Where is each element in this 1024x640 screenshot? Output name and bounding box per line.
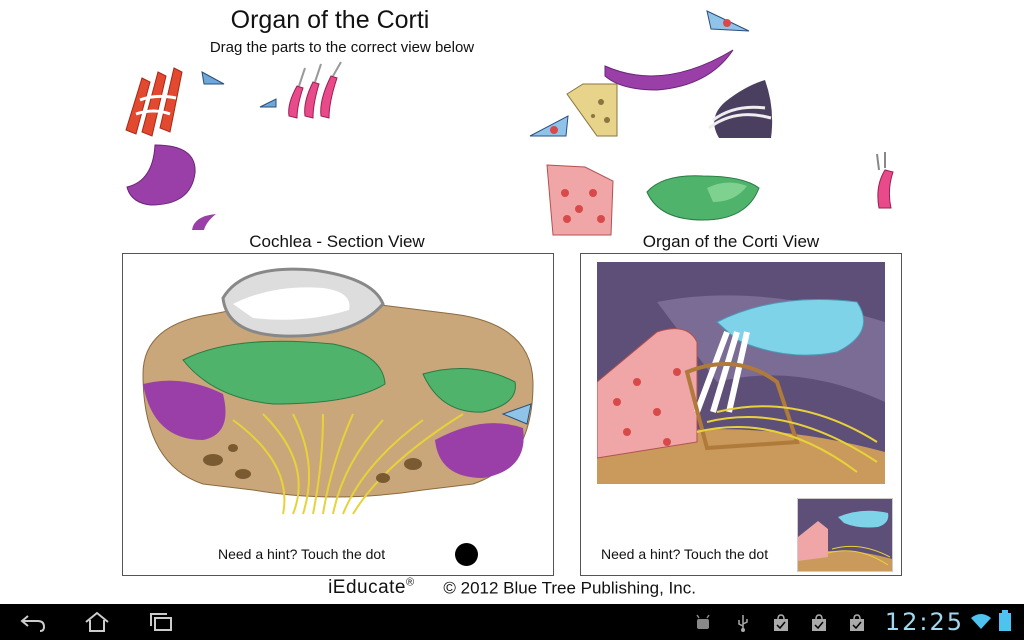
recent-apps-button[interactable] xyxy=(146,610,176,634)
corti-view-drop-zone[interactable]: Need a hint? Touch the dot xyxy=(580,253,902,576)
usb-icon xyxy=(736,614,750,632)
cochlea-section-illustration xyxy=(142,267,534,515)
membrane-piece[interactable] xyxy=(705,78,775,140)
store-bag-icon-1 xyxy=(772,614,790,632)
battery-icon xyxy=(998,610,1012,632)
scala-tympani-piece[interactable] xyxy=(125,143,201,209)
back-button[interactable] xyxy=(18,610,48,634)
wedge-piece-top[interactable] xyxy=(703,5,753,35)
outer-hair-cells-piece[interactable] xyxy=(285,60,351,122)
small-wedge-piece-3[interactable] xyxy=(528,112,572,140)
single-hair-cell-piece[interactable] xyxy=(873,152,901,210)
store-bag-icon-2 xyxy=(810,614,828,632)
wifi-icon xyxy=(970,612,992,630)
section-view-title: Cochlea - Section View xyxy=(249,232,425,251)
corti-thumbnail[interactable] xyxy=(797,498,893,572)
ieducate-logo: iEducate® xyxy=(328,577,415,599)
bone-piece[interactable] xyxy=(565,82,619,138)
clock[interactable]: 12:25 xyxy=(885,608,964,636)
home-icon xyxy=(85,611,109,632)
corti-hint-text: Need a hint? Touch the dot xyxy=(601,546,769,562)
corti-view-title: Organ of the Corti View xyxy=(642,232,820,251)
hint-dot-button[interactable] xyxy=(455,543,478,566)
home-button[interactable] xyxy=(82,610,112,634)
small-wedge-piece-2[interactable] xyxy=(258,97,278,109)
small-purple-piece[interactable] xyxy=(190,212,218,232)
supporting-cells-piece[interactable] xyxy=(545,163,615,237)
hair-cells-piece[interactable] xyxy=(120,58,192,138)
footer: iEducate® © 2012 Blue Tree Publishing, I… xyxy=(0,577,1024,599)
page-title: Organ of the Corti xyxy=(230,6,430,34)
cochlea-section-drop-zone[interactable]: Need a hint? Touch the dot xyxy=(122,253,554,576)
corti-illustration xyxy=(597,262,885,484)
android-debug-icon xyxy=(694,614,712,632)
instruction-text: Drag the parts to the correct view below xyxy=(209,39,475,56)
section-hint-text: Need a hint? Touch the dot xyxy=(218,546,386,562)
back-arrow-icon xyxy=(20,615,46,632)
scala-media-piece[interactable] xyxy=(643,168,761,224)
small-wedge-piece-1[interactable] xyxy=(200,70,226,86)
store-bag-icon-3 xyxy=(848,614,866,632)
copyright-text: © 2012 Blue Tree Publishing, Inc. xyxy=(443,578,696,598)
system-nav-bar: 12:25 xyxy=(0,604,1024,640)
recent-apps-icon xyxy=(150,613,172,631)
